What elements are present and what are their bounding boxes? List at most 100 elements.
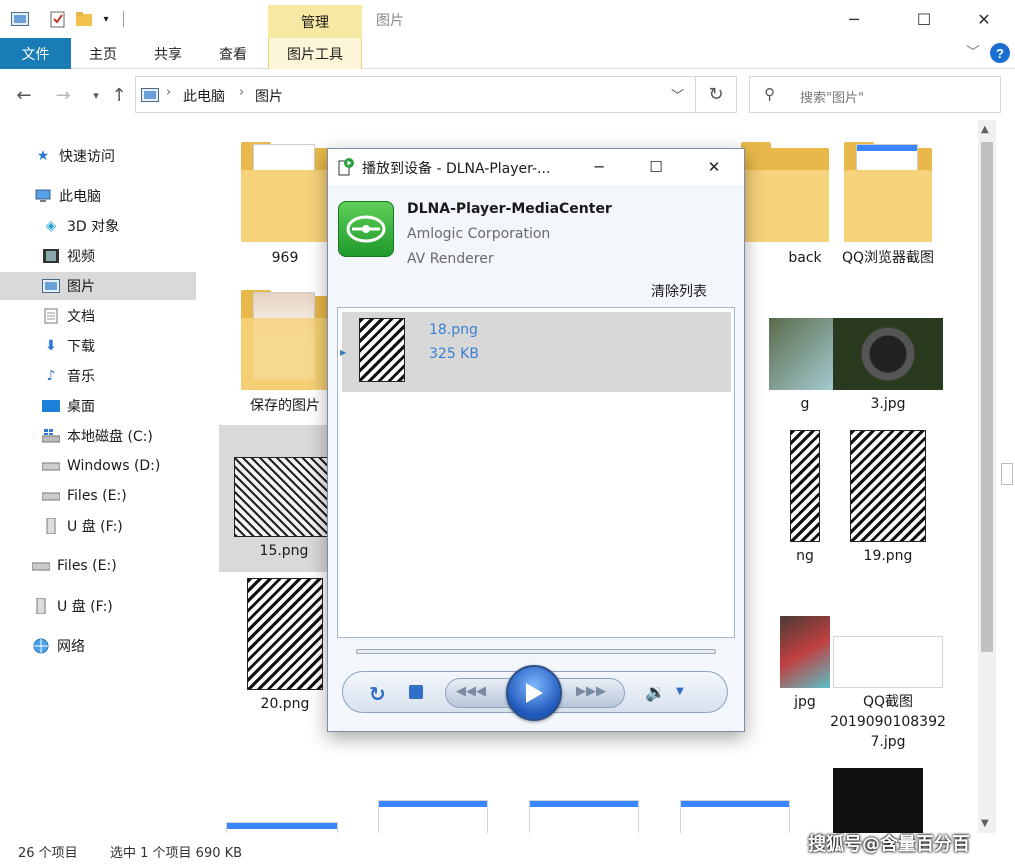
back-arrow-icon[interactable]: ← <box>12 83 36 107</box>
desktop-icon <box>42 398 60 414</box>
expand-ribbon-chevron-icon[interactable]: ﹀ <box>966 42 980 62</box>
now-playing-marker-icon: ▶ <box>340 348 347 357</box>
folder-item[interactable]: QQ浏览器截图 <box>823 140 953 268</box>
nav-item-documents[interactable]: 文档 <box>0 302 196 330</box>
nav-item-network[interactable]: 网络 <box>0 632 196 660</box>
nav-item-pictures[interactable]: 图片 <box>0 272 196 300</box>
minimize-button[interactable]: ─ <box>831 0 877 38</box>
repeat-icon[interactable]: ↻ <box>369 682 386 706</box>
new-folder-icon[interactable] <box>74 9 94 29</box>
file-label: back <box>788 250 822 266</box>
image-thumbnail <box>247 578 323 690</box>
navigation-pane: ★ 快速访问 此电脑 ◈ 3D 对象 视频 图片 文档 ⬇ 下载 ♪ 音乐 桌面 本地磁… <box>0 120 200 830</box>
search-placeholder: 搜索"图片" <box>800 91 864 106</box>
nav-item-local-disk-c[interactable]: 本地磁盘 (C:) <box>0 422 196 450</box>
item-count: 26 个项目 <box>18 846 78 861</box>
address-bar[interactable]: › 此电脑 › 图片 ﹀ <box>135 76 696 113</box>
up-arrow-icon[interactable]: ↑ <box>107 83 131 107</box>
playlist[interactable]: ▶ 18.png 325 KB <box>337 307 735 638</box>
playback-controls: ↻ ◀◀◀ ▶▶▶ 🔉 ▼ <box>342 665 728 721</box>
play-button[interactable] <box>506 665 562 721</box>
image-thumbnail[interactable] <box>680 800 790 833</box>
manage-tab[interactable]: 管理 <box>268 5 362 38</box>
file-label: QQ浏览器截图 <box>841 250 935 266</box>
scroll-up-icon[interactable]: ▲ <box>981 124 989 135</box>
nav-item-windows-d[interactable]: Windows (D:) <box>0 452 196 480</box>
volume-dropdown-chevron-icon[interactable]: ▼ <box>676 686 684 697</box>
help-icon[interactable]: ? <box>990 43 1010 63</box>
customize-toolbar-chevron-icon[interactable]: ▾ <box>96 9 116 29</box>
nav-item-this-pc[interactable]: 此电脑 <box>0 182 196 210</box>
star-icon: ★ <box>36 148 50 164</box>
nav-label: 快速访问 <box>59 149 115 165</box>
image-thumbnail[interactable] <box>226 822 338 833</box>
pictures-icon <box>42 278 60 294</box>
image-item[interactable]: 19.png <box>823 430 953 566</box>
nav-label: 音乐 <box>67 369 95 385</box>
image-thumbnail <box>790 430 820 542</box>
file-label: jpg <box>794 694 816 710</box>
tab-home[interactable]: 主页 <box>80 38 126 69</box>
nav-item-music[interactable]: ♪ 音乐 <box>0 362 196 390</box>
tab-file[interactable]: 文件 <box>0 38 71 69</box>
nav-item-usb-f[interactable]: U 盘 (F:) <box>0 512 196 540</box>
image-thumbnail[interactable] <box>529 800 639 833</box>
tab-view[interactable]: 查看 <box>210 38 256 69</box>
search-icon: ⚲ <box>764 85 775 103</box>
file-label: 19.png <box>863 548 913 564</box>
dialog-minimize-button[interactable]: ─ <box>576 149 622 185</box>
nav-label: Files (E:) <box>57 558 117 574</box>
refresh-icon[interactable]: ↻ <box>696 76 737 113</box>
folder-icon <box>840 140 936 244</box>
ribbon-tabs: 文件 主页 共享 查看 图片工具 ﹀ ? <box>0 38 1015 69</box>
nav-item-desktop[interactable]: 桌面 <box>0 392 196 420</box>
nav-item-files-e-root[interactable]: Files (E:) <box>0 552 196 580</box>
nav-item-usb-f-root[interactable]: U 盘 (F:) <box>0 592 196 620</box>
close-button[interactable]: ✕ <box>961 0 1007 38</box>
breadcrumb-separator-icon[interactable]: › <box>166 85 171 100</box>
folder-icon <box>737 140 833 244</box>
playback-progress-bar[interactable] <box>356 649 716 654</box>
nav-item-downloads[interactable]: ⬇ 下载 <box>0 332 196 360</box>
forward-arrow-icon[interactable]: → <box>51 83 75 107</box>
scroll-down-icon[interactable]: ▼ <box>981 818 989 829</box>
toolbar-divider <box>123 11 124 27</box>
title-bar: ▾ 管理 图片 ─ ☐ ✕ <box>0 0 1015 38</box>
drive-icon <box>42 458 60 474</box>
search-box[interactable]: ⚲ 搜索"图片" <box>749 76 1001 113</box>
vertical-scrollbar[interactable]: ▲ ▼ <box>978 120 996 833</box>
previous-icon[interactable]: ◀◀◀ <box>456 684 486 699</box>
breadcrumb-pictures[interactable]: 图片 <box>255 86 283 106</box>
breadcrumb-this-pc[interactable]: 此电脑 <box>183 86 225 106</box>
maximize-button[interactable]: ☐ <box>901 0 947 38</box>
volume-icon[interactable]: 🔉 <box>645 683 666 703</box>
tab-share[interactable]: 共享 <box>145 38 191 69</box>
device-type: AV Renderer <box>407 251 494 267</box>
image-thumbnail[interactable] <box>833 768 923 833</box>
recent-locations-chevron-icon[interactable]: ▾ <box>84 83 108 107</box>
playlist-file-size: 325 KB <box>429 346 479 362</box>
nav-item-quick-access[interactable]: ★ 快速访问 <box>0 142 196 170</box>
image-item[interactable]: 3.jpg <box>823 318 953 414</box>
image-item[interactable]: QQ截图 2019090108392 7.jpg <box>823 636 953 752</box>
nav-label: Windows (D:) <box>67 458 161 474</box>
dialog-maximize-button[interactable]: ☐ <box>633 149 679 185</box>
tab-picture-tools[interactable]: 图片工具 <box>268 38 362 69</box>
dialog-close-button[interactable]: ✕ <box>691 149 737 185</box>
breadcrumb-separator-icon[interactable]: › <box>239 85 244 100</box>
nav-item-files-e[interactable]: Files (E:) <box>0 482 196 510</box>
nav-label: 图片 <box>67 279 95 295</box>
drive-icon <box>32 558 50 574</box>
next-icon[interactable]: ▶▶▶ <box>576 684 606 699</box>
scrollbar-thumb[interactable] <box>981 142 993 652</box>
nav-item-videos[interactable]: 视频 <box>0 242 196 270</box>
clear-list-button[interactable]: 清除列表 <box>651 281 707 301</box>
playlist-item[interactable]: ▶ 18.png 325 KB <box>340 312 731 392</box>
image-thumbnail[interactable] <box>378 800 488 833</box>
stop-icon[interactable] <box>409 685 423 699</box>
device-name: DLNA-Player-MediaCenter <box>407 201 612 217</box>
view-toggle-button[interactable] <box>1001 463 1013 485</box>
address-dropdown-chevron-icon[interactable]: ﹀ <box>671 85 684 104</box>
properties-icon[interactable] <box>48 9 68 29</box>
nav-item-3d-objects[interactable]: ◈ 3D 对象 <box>0 212 196 240</box>
